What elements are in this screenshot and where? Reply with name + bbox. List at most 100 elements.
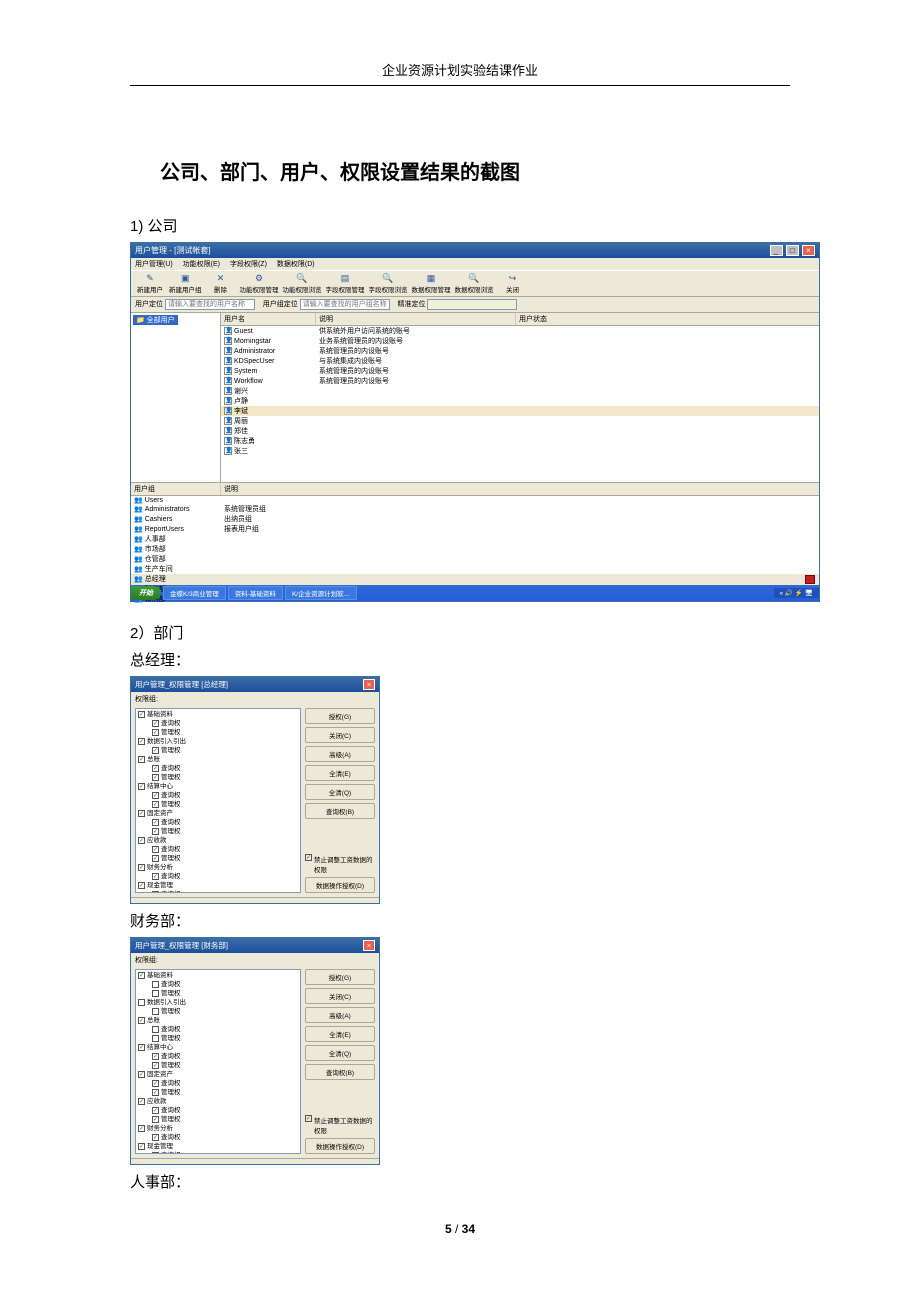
toolbar-button[interactable]: ▣新建用户组	[169, 273, 202, 294]
menu-item[interactable]: 数据权限(D)	[277, 261, 315, 268]
perm-tree-node[interactable]: 财务分析	[138, 1125, 298, 1134]
perm-tree-node[interactable]: 查询权	[138, 1053, 298, 1062]
checkbox-icon[interactable]	[152, 1107, 159, 1114]
table-row[interactable]: 👤Guest供系统外用户访问系统的账号	[221, 326, 819, 336]
checkbox-icon[interactable]	[152, 1152, 159, 1154]
table-row[interactable]: 👤System系统管理员的内设账号	[221, 366, 819, 376]
group-row[interactable]: 👥生产车间	[131, 564, 819, 574]
checkbox-icon[interactable]	[152, 792, 159, 799]
checkbox-icon[interactable]	[152, 819, 159, 826]
checkbox-icon[interactable]	[152, 774, 159, 781]
perm-tree-node[interactable]: 查询权	[138, 1080, 298, 1089]
taskbar-item[interactable]: K/企业资源计划软…	[285, 586, 357, 600]
checkbox-icon[interactable]	[152, 1035, 159, 1042]
toolbar-button[interactable]: 🔍功能权限浏览	[283, 273, 322, 294]
user-tree[interactable]: 📁 全部用户	[131, 313, 221, 482]
checkbox-icon[interactable]	[138, 1044, 145, 1051]
close-button[interactable]: 关闭(C)	[305, 727, 375, 743]
toolbar-button[interactable]: ✎新建用户	[135, 273, 165, 294]
checkbox-icon[interactable]	[152, 1062, 159, 1069]
minimize-button[interactable]: _	[770, 245, 783, 256]
clear-all-button[interactable]: 全清(E)	[305, 1026, 375, 1042]
system-tray[interactable]: « 🔊 ⚡ 🖥	[774, 588, 819, 598]
perm-tree-node[interactable]: 查询权	[138, 846, 298, 855]
checkbox-icon[interactable]	[138, 783, 145, 790]
grant-button[interactable]: 授权(G)	[305, 708, 375, 724]
perm-tree-node[interactable]: 查询权	[138, 720, 298, 729]
gcol-name[interactable]: 用户组	[131, 483, 221, 495]
perm-tree-node[interactable]: 管理权	[138, 1062, 298, 1071]
checkbox-icon[interactable]	[152, 1080, 159, 1087]
perm-tree-node[interactable]: 基础资料	[138, 972, 298, 981]
perm-tree-node[interactable]: 查询权	[138, 891, 298, 893]
perm-tree-node[interactable]: 管理权	[138, 1008, 298, 1017]
checkbox-icon[interactable]	[138, 1098, 145, 1105]
checkbox-icon[interactable]	[152, 1134, 159, 1141]
table-row[interactable]: 👤KDSpecUser与系统集成内设账号	[221, 356, 819, 366]
query-perm-button[interactable]: 查询权(B)	[305, 803, 375, 819]
checkbox-icon[interactable]	[152, 990, 159, 997]
clear-all-button[interactable]: 全清(E)	[305, 765, 375, 781]
perm-tree-node[interactable]: 现金管理	[138, 882, 298, 891]
close-icon[interactable]: ×	[363, 940, 375, 951]
search-input-group[interactable]	[300, 299, 390, 310]
taskbar-item[interactable]: 金蝶K/3商业管理	[163, 586, 226, 600]
col-desc[interactable]: 说明	[316, 313, 516, 325]
toolbar-button[interactable]: ✕删除	[206, 273, 236, 294]
checkbox-icon[interactable]	[138, 999, 145, 1006]
checkbox-icon[interactable]	[138, 1125, 145, 1132]
checkbox-icon[interactable]	[152, 1026, 159, 1033]
forbid-salary-check[interactable]: 禁止调整工资数据的权限	[305, 854, 375, 874]
search-input-user[interactable]	[165, 299, 255, 310]
tree-root[interactable]: 📁 全部用户	[133, 315, 178, 325]
toolbar-button[interactable]: ↪关闭	[498, 273, 528, 294]
perm-tree-node[interactable]: 管理权	[138, 1035, 298, 1044]
advanced-button[interactable]: 高级(A)	[305, 1007, 375, 1023]
checkbox-icon[interactable]	[138, 1017, 145, 1024]
checkbox-icon[interactable]	[152, 1089, 159, 1096]
taskbar-item[interactable]: 资料-基础资料	[228, 586, 283, 600]
perm-tree-node[interactable]: 管理权	[138, 801, 298, 810]
perm-tree-node[interactable]: 管理权	[138, 855, 298, 864]
checkbox-icon[interactable]	[305, 854, 312, 861]
close-icon[interactable]: ×	[363, 679, 375, 690]
table-row[interactable]: 👤郑佳	[221, 426, 819, 436]
group-row[interactable]: 👥市场部	[131, 544, 819, 554]
checkbox-icon[interactable]	[138, 738, 145, 745]
group-row[interactable]: 👥Users	[131, 496, 819, 504]
close-button[interactable]: ×	[802, 245, 815, 256]
perm-tree-node[interactable]: 应收款	[138, 837, 298, 846]
checkbox-icon[interactable]	[152, 729, 159, 736]
scrollbar[interactable]	[131, 897, 379, 903]
perm-tree-node[interactable]: 管理权	[138, 1089, 298, 1098]
checkbox-icon[interactable]	[152, 1116, 159, 1123]
data-op-perm-button[interactable]: 数据操作授权(D)	[305, 1138, 375, 1154]
group-row[interactable]: 👥人事部	[131, 534, 819, 544]
checkbox-icon[interactable]	[152, 747, 159, 754]
toolbar-button[interactable]: ⚙功能权限管理	[240, 273, 279, 294]
permission-tree[interactable]: 基础资料查询权管理权数据引入引出管理权总账查询权管理权结算中心查询权管理权固定资…	[135, 969, 301, 1154]
checkbox-icon[interactable]	[305, 1115, 312, 1122]
perm-tree-node[interactable]: 查询权	[138, 765, 298, 774]
checkbox-icon[interactable]	[138, 1143, 145, 1150]
checkbox-icon[interactable]	[152, 981, 159, 988]
group-row[interactable]: 👥ReportUsers报表用户组	[131, 524, 819, 534]
query-perm-button[interactable]: 查询权(B)	[305, 1064, 375, 1080]
table-row[interactable]: 👤陈志勇	[221, 436, 819, 446]
perm-tree-node[interactable]: 查询权	[138, 873, 298, 882]
perm-tree-node[interactable]: 查询权	[138, 792, 298, 801]
menu-item[interactable]: 字段权限(Z)	[230, 261, 267, 268]
checkbox-icon[interactable]	[138, 882, 145, 889]
perm-tree-node[interactable]: 应收款	[138, 1098, 298, 1107]
table-row[interactable]: 👤谢兴	[221, 386, 819, 396]
perm-tree-node[interactable]: 查询权	[138, 1152, 298, 1154]
perm-tree-node[interactable]: 查询权	[138, 819, 298, 828]
checkbox-icon[interactable]	[152, 1053, 159, 1060]
table-row[interactable]: 👤周丽	[221, 416, 819, 426]
forbid-salary-check[interactable]: 禁止调整工资数据的权限	[305, 1115, 375, 1135]
checkbox-icon[interactable]	[138, 711, 145, 718]
perm-tree-node[interactable]: 数据引入引出	[138, 738, 298, 747]
checkbox-icon[interactable]	[152, 828, 159, 835]
perm-tree-node[interactable]: 现金管理	[138, 1143, 298, 1152]
perm-tree-node[interactable]: 管理权	[138, 990, 298, 999]
